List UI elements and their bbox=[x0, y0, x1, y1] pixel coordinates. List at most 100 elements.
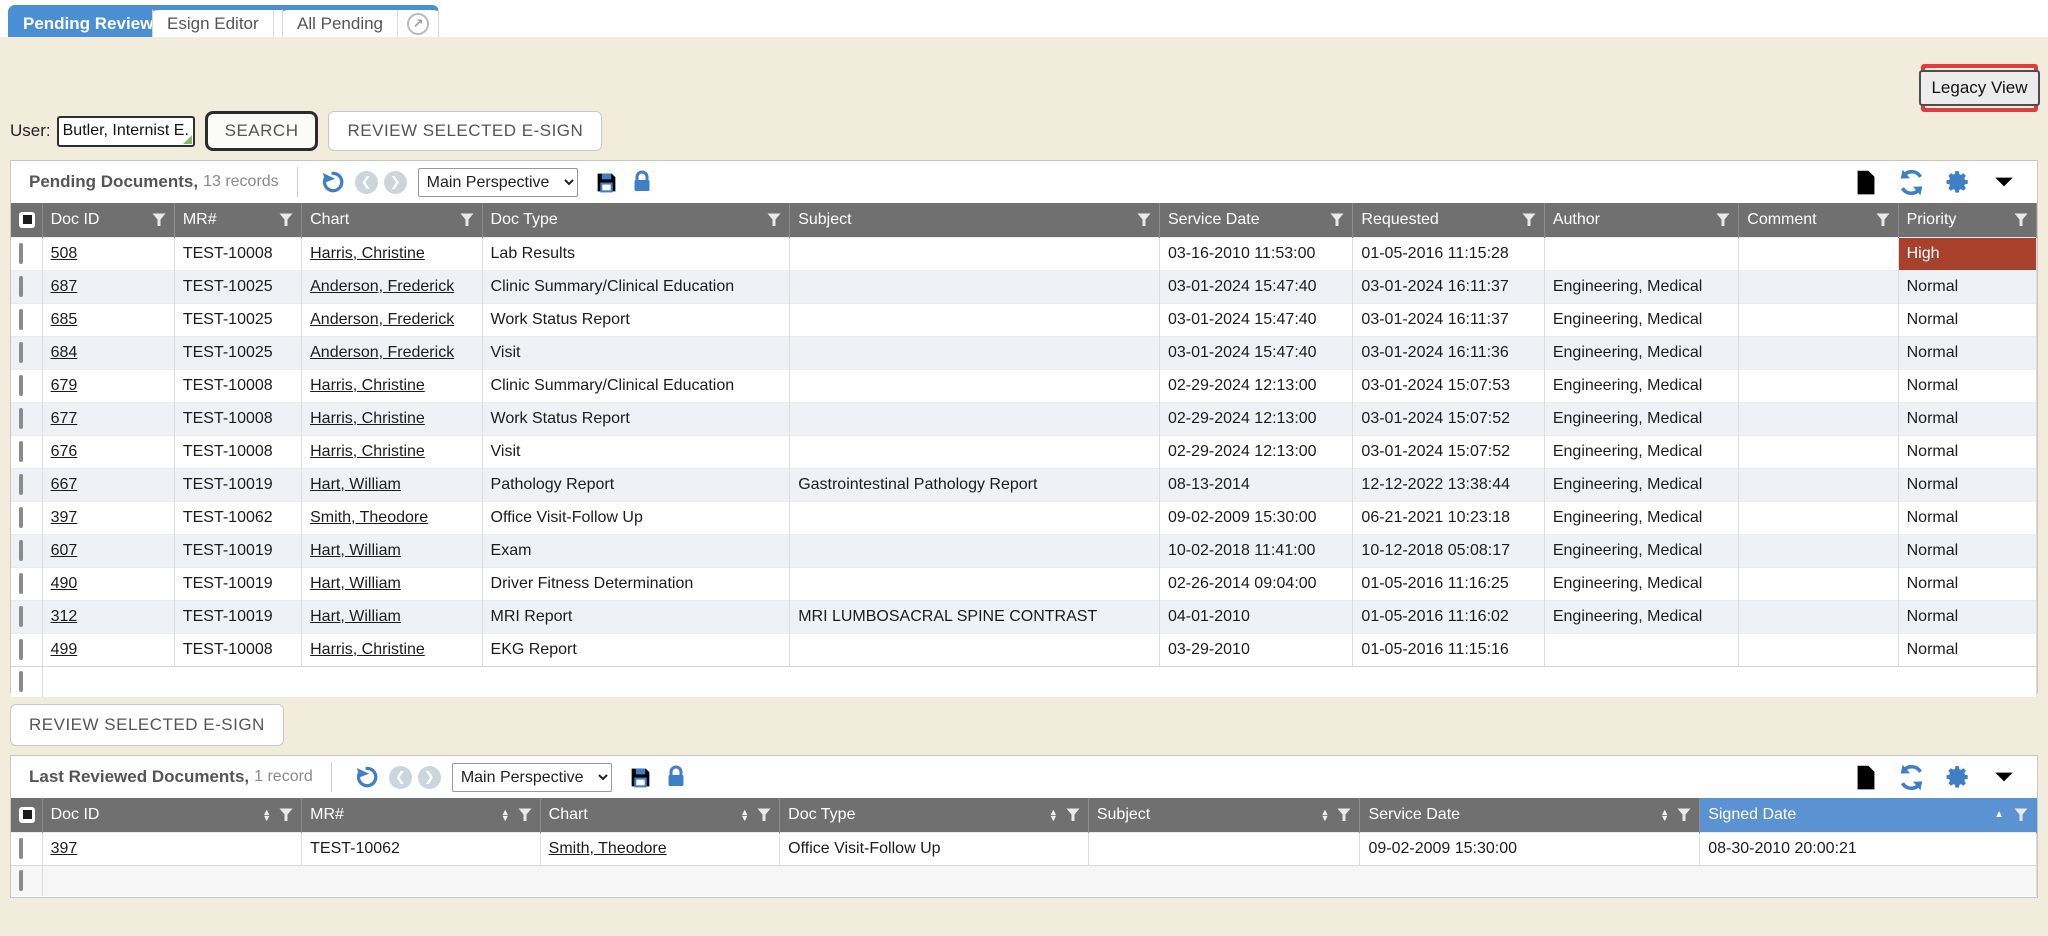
next-page-icon[interactable]: ❯ bbox=[384, 171, 407, 194]
sort-icon[interactable]: ▲▼ bbox=[262, 809, 271, 821]
review-selected-esign-button-bottom[interactable]: REVIEW SELECTED E-SIGN bbox=[10, 704, 284, 746]
row-checkbox[interactable] bbox=[19, 441, 23, 462]
row-checkbox[interactable] bbox=[19, 408, 23, 429]
row-checkbox[interactable] bbox=[19, 474, 23, 495]
chart-link[interactable]: Harris, Christine bbox=[310, 245, 425, 262]
sort-icon[interactable]: ▲▼ bbox=[501, 809, 510, 821]
chart-link[interactable]: Hart, William bbox=[310, 575, 401, 592]
doc-id-link[interactable]: 312 bbox=[51, 608, 78, 625]
doc-id-link[interactable]: 687 bbox=[51, 278, 78, 295]
doc-id-link[interactable]: 508 bbox=[51, 245, 78, 262]
doc-id-link[interactable]: 490 bbox=[51, 575, 78, 592]
column-header-doc-type[interactable]: Doc Type bbox=[482, 203, 790, 237]
filter-funnel-icon[interactable] bbox=[279, 808, 293, 822]
doc-id-link[interactable]: 499 bbox=[51, 641, 78, 658]
lock-icon[interactable] bbox=[631, 170, 653, 194]
doc-id-link[interactable]: 676 bbox=[51, 443, 78, 460]
select-all-checkbox[interactable] bbox=[19, 212, 35, 228]
undo-icon[interactable] bbox=[354, 764, 380, 790]
filter-funnel-icon[interactable] bbox=[1677, 808, 1691, 822]
perspective-select[interactable]: Main Perspective bbox=[418, 168, 578, 197]
row-checkbox[interactable] bbox=[19, 342, 23, 363]
collapse-chevron-icon[interactable] bbox=[1991, 764, 2017, 790]
doc-id-link[interactable]: 684 bbox=[51, 344, 78, 361]
sort-asc-icon[interactable]: ▲ bbox=[1994, 809, 2004, 820]
chart-link[interactable]: Anderson, Frederick bbox=[310, 344, 454, 361]
column-header-chart[interactable]: Chart bbox=[302, 203, 482, 237]
column-header-priority[interactable]: Priority bbox=[1898, 203, 2036, 237]
chart-link[interactable]: Hart, William bbox=[310, 476, 401, 493]
column-header-service-date[interactable]: Service Date bbox=[1160, 203, 1353, 237]
prev-page-icon[interactable]: ❮ bbox=[389, 766, 412, 789]
column-header-requested[interactable]: Requested bbox=[1353, 203, 1544, 237]
row-checkbox[interactable] bbox=[19, 276, 23, 297]
filter-funnel-icon[interactable] bbox=[1522, 213, 1536, 227]
row-checkbox[interactable] bbox=[19, 540, 23, 561]
chart-link[interactable]: Hart, William bbox=[310, 542, 401, 559]
prev-page-icon[interactable]: ❮ bbox=[355, 171, 378, 194]
column-header-doc-id[interactable]: Doc ID▲▼ bbox=[42, 798, 302, 832]
row-checkbox[interactable] bbox=[19, 375, 23, 396]
column-header-subject[interactable]: Subject▲▼ bbox=[1088, 798, 1360, 832]
filter-funnel-icon[interactable] bbox=[279, 213, 293, 227]
review-selected-esign-button-top[interactable]: REVIEW SELECTED E-SIGN bbox=[328, 111, 602, 151]
filter-funnel-icon[interactable] bbox=[1137, 213, 1151, 227]
collapse-chevron-icon[interactable] bbox=[1991, 169, 2017, 195]
footer-checkbox[interactable] bbox=[19, 870, 23, 891]
settings-gear-icon[interactable] bbox=[1945, 169, 1971, 195]
filter-funnel-icon[interactable] bbox=[757, 808, 771, 822]
new-document-icon[interactable] bbox=[1854, 169, 1878, 196]
doc-id-link[interactable]: 679 bbox=[51, 377, 78, 394]
filter-funnel-icon[interactable] bbox=[1716, 213, 1730, 227]
legacy-view-button[interactable]: Legacy View bbox=[1919, 70, 2039, 106]
undo-icon[interactable] bbox=[320, 169, 346, 195]
doc-id-link[interactable]: 607 bbox=[51, 542, 78, 559]
chart-link[interactable]: Harris, Christine bbox=[310, 377, 425, 394]
column-header-doc-id[interactable]: Doc ID bbox=[42, 203, 174, 237]
filter-funnel-icon[interactable] bbox=[2014, 808, 2028, 822]
chart-link[interactable]: Smith, Theodore bbox=[549, 840, 667, 857]
row-checkbox[interactable] bbox=[19, 573, 23, 594]
refresh-icon[interactable] bbox=[1898, 764, 1925, 791]
lock-icon[interactable] bbox=[665, 765, 687, 789]
perspective-select[interactable]: Main Perspective bbox=[452, 763, 612, 792]
tab-all-pending[interactable]: All Pending ↗ bbox=[282, 5, 439, 37]
chart-link[interactable]: Smith, Theodore bbox=[310, 509, 428, 526]
chart-link[interactable]: Harris, Christine bbox=[310, 443, 425, 460]
row-checkbox[interactable] bbox=[19, 838, 23, 859]
next-page-icon[interactable]: ❯ bbox=[418, 766, 441, 789]
external-link-icon[interactable]: ↗ bbox=[407, 13, 429, 35]
filter-funnel-icon[interactable] bbox=[152, 213, 166, 227]
doc-id-link[interactable]: 685 bbox=[51, 311, 78, 328]
chart-link[interactable]: Hart, William bbox=[310, 608, 401, 625]
doc-id-link[interactable]: 667 bbox=[51, 476, 78, 493]
row-checkbox[interactable] bbox=[19, 639, 23, 660]
doc-id-link[interactable]: 397 bbox=[51, 509, 78, 526]
sort-icon[interactable]: ▲▼ bbox=[1660, 809, 1669, 821]
row-checkbox[interactable] bbox=[19, 507, 23, 528]
refresh-icon[interactable] bbox=[1898, 169, 1925, 196]
filter-funnel-icon[interactable] bbox=[460, 213, 474, 227]
doc-id-link[interactable]: 677 bbox=[51, 410, 78, 427]
new-document-icon[interactable] bbox=[1854, 764, 1878, 791]
column-header-mr-[interactable]: MR#▲▼ bbox=[302, 798, 541, 832]
select-all-checkbox[interactable] bbox=[19, 807, 35, 823]
chart-link[interactable]: Harris, Christine bbox=[310, 410, 425, 427]
save-perspective-icon[interactable] bbox=[628, 765, 653, 790]
doc-id-link[interactable]: 397 bbox=[51, 840, 78, 857]
column-header-doc-type[interactable]: Doc Type▲▼ bbox=[780, 798, 1089, 832]
footer-checkbox[interactable] bbox=[19, 671, 23, 692]
column-header-author[interactable]: Author bbox=[1544, 203, 1738, 237]
row-checkbox[interactable] bbox=[19, 309, 23, 330]
filter-funnel-icon[interactable] bbox=[767, 213, 781, 227]
settings-gear-icon[interactable] bbox=[1945, 764, 1971, 790]
filter-funnel-icon[interactable] bbox=[518, 808, 532, 822]
column-header-chart[interactable]: Chart▲▼ bbox=[540, 798, 780, 832]
sort-icon[interactable]: ▲▼ bbox=[1321, 809, 1330, 821]
row-checkbox[interactable] bbox=[19, 243, 23, 264]
filter-funnel-icon[interactable] bbox=[1876, 213, 1890, 227]
filter-funnel-icon[interactable] bbox=[2014, 213, 2028, 227]
chart-link[interactable]: Anderson, Frederick bbox=[310, 278, 454, 295]
filter-funnel-icon[interactable] bbox=[1337, 808, 1351, 822]
sort-icon[interactable]: ▲▼ bbox=[740, 809, 749, 821]
